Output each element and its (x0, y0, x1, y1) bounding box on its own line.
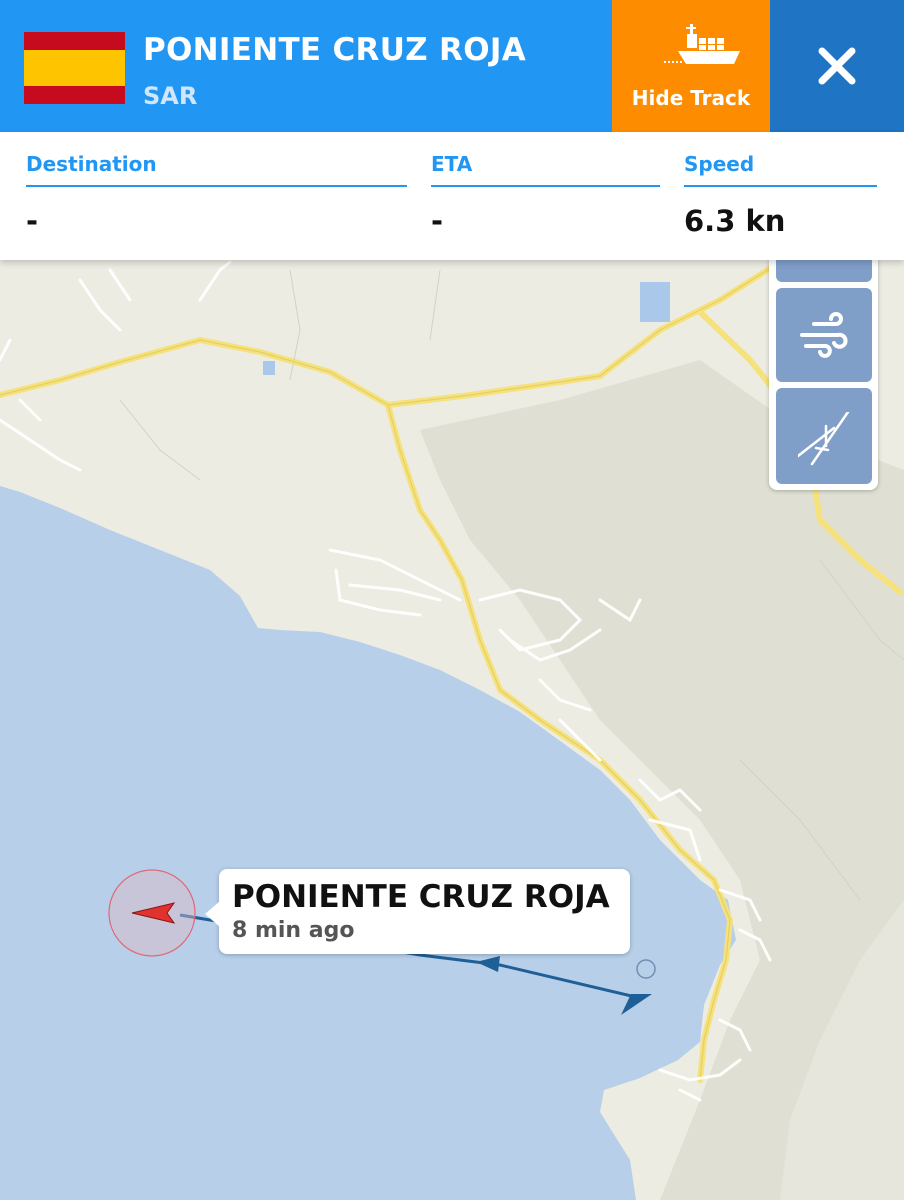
callout-pointer (205, 901, 220, 927)
eta-label: ETA (431, 152, 473, 176)
spain-flag-icon (24, 32, 125, 104)
speed-value: 6.3 kn (684, 204, 786, 238)
voyage-info-bar: Destination - ETA - Speed 6.3 kn (0, 132, 904, 260)
speed-label: Speed (684, 152, 755, 176)
close-button[interactable] (770, 0, 904, 132)
vessel-position-marker (108, 869, 196, 957)
hide-track-button[interactable]: Hide Track (612, 0, 770, 132)
layers-button[interactable] (776, 258, 872, 282)
hide-track-label: Hide Track (631, 86, 751, 110)
divider (684, 185, 877, 187)
callout-vessel-name: PONIENTE CRUZ ROJA (232, 879, 610, 915)
destination-label: Destination (26, 152, 157, 176)
vessel-type: SAR (143, 82, 198, 110)
divider (431, 185, 660, 187)
wind-icon (800, 312, 848, 358)
measure-button[interactable] (776, 388, 872, 484)
eta-value: - (431, 204, 444, 238)
map-controls-panel (769, 258, 878, 490)
callout-last-seen: 8 min ago (232, 918, 355, 943)
divider (26, 185, 407, 187)
vessel-header: PONIENTE CRUZ ROJA SAR Hide Track (0, 0, 904, 132)
vessel-name: PONIENTE CRUZ ROJA (143, 32, 527, 68)
wind-button[interactable] (776, 288, 872, 382)
cargo-ship-icon (664, 24, 740, 64)
destination-value: - (26, 204, 39, 238)
measure-compass-icon (798, 412, 850, 466)
close-icon (818, 47, 856, 85)
vessel-callout[interactable]: PONIENTE CRUZ ROJA 8 min ago (205, 869, 630, 954)
